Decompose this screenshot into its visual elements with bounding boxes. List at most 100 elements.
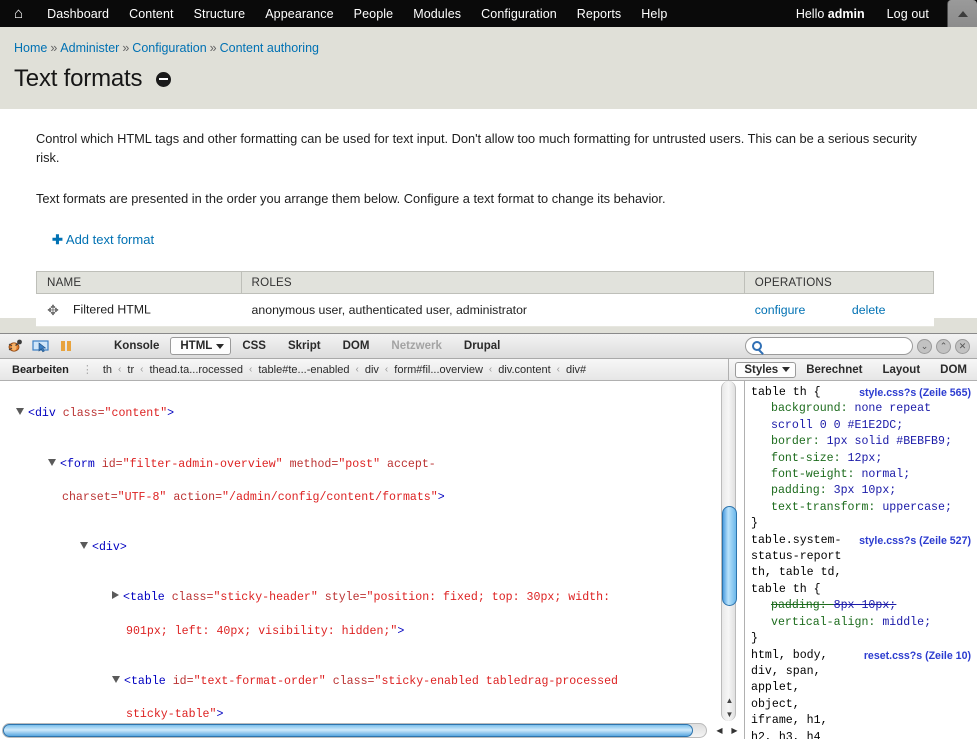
edit-button[interactable]: Bearbeiten xyxy=(4,364,77,376)
css-rule-table-td-th[interactable]: table.system-status-report th, table td,… xyxy=(751,533,973,648)
twisty-open-icon[interactable] xyxy=(48,458,56,466)
scrollbar-thumb-horizontal[interactable] xyxy=(3,724,693,737)
css-rule-reset[interactable]: html, body, div, span, applet, object, i… xyxy=(751,648,973,739)
tab-html[interactable]: HTML xyxy=(170,337,232,355)
tree-line-form[interactable]: <form id="filter-admin-overview" method=… xyxy=(4,457,718,474)
logout-link[interactable]: Log out xyxy=(877,7,939,21)
crumb-div-content[interactable]: div.content xyxy=(493,364,555,376)
minimize-button[interactable]: ⌄ xyxy=(917,338,932,354)
css-property-padding-disabled[interactable]: padding: 8px 10px; xyxy=(751,598,973,614)
cell-format-name: ✥ Filtered HTML xyxy=(36,293,242,327)
crumb-div[interactable]: div xyxy=(360,364,384,376)
help-paragraph-2: Text formats are presented in the order … xyxy=(36,191,666,207)
maximize-button[interactable]: ⌃ xyxy=(936,338,951,354)
tab-dom[interactable]: DOM xyxy=(332,338,381,354)
breadcrumb-item-configuration[interactable]: Configuration xyxy=(132,41,206,55)
css-source-link[interactable]: reset.css?s (Zeile 10) xyxy=(864,648,971,664)
breadcrumb-item-home[interactable]: Home xyxy=(14,41,47,55)
twisty-open-icon[interactable] xyxy=(80,542,88,550)
toolbar-item-dashboard[interactable]: Dashboard xyxy=(37,7,119,21)
tab-css[interactable]: CSS xyxy=(231,338,277,354)
crumb-th[interactable]: th xyxy=(98,364,117,376)
toolbar-greeting: Hello admin xyxy=(784,7,877,21)
greeting-prefix: Hello xyxy=(795,6,828,21)
toolbar-item-people[interactable]: People xyxy=(344,7,404,21)
crumb-form[interactable]: form#fil...overview xyxy=(389,364,488,376)
column-header-operations[interactable]: Operations xyxy=(743,270,935,294)
style-tab-berechnet[interactable]: Berechnet xyxy=(796,362,872,378)
css-rule-table-th[interactable]: table th { style.css?s (Zeile 565) backg… xyxy=(751,385,973,533)
toolbar-item-modules[interactable]: Modules xyxy=(403,7,471,21)
css-rule-header: table.system-status-report th, table td,… xyxy=(751,533,973,599)
html-panel-vertical-scrollbar[interactable]: ▲ ▼ xyxy=(721,381,737,721)
pause-icon[interactable] xyxy=(54,336,78,356)
delete-link[interactable]: delete xyxy=(852,303,886,317)
crumb-tr[interactable]: tr xyxy=(122,364,139,376)
css-close-brace: } xyxy=(751,517,758,531)
tab-skript[interactable]: Skript xyxy=(277,338,332,354)
css-property-vertical-align[interactable]: vertical-align: middle; xyxy=(751,615,973,631)
drag-handle-icon[interactable]: ✥ xyxy=(45,302,61,318)
tab-konsole[interactable]: Konsole xyxy=(103,338,170,354)
column-header-name[interactable]: Name xyxy=(36,270,242,294)
toolbar-item-content[interactable]: Content xyxy=(119,7,183,21)
close-button[interactable]: ✕ xyxy=(955,338,970,354)
add-text-format-label: Add text format xyxy=(65,231,155,247)
twisty-closed-icon[interactable] xyxy=(112,591,119,600)
toolbar-item-appearance[interactable]: Appearance xyxy=(255,7,343,21)
scroll-down-arrow-icon[interactable]: ▼ xyxy=(722,708,737,721)
css-property-font-size[interactable]: font-size: 12px; xyxy=(751,451,973,467)
css-source-link[interactable]: style.css?s (Zeile 565) xyxy=(859,385,971,401)
crumb-thead[interactable]: thead.ta...rocessed xyxy=(144,364,248,376)
css-property-padding[interactable]: padding: 3px 10px; xyxy=(751,483,973,499)
tree-line-table-sticky-header[interactable]: <table class="sticky-header" style="posi… xyxy=(4,590,718,607)
breadcrumb-item-content-authoring[interactable]: Content authoring xyxy=(220,41,319,55)
scrollbar-thumb[interactable] xyxy=(722,506,737,606)
toolbar-collapse-button[interactable] xyxy=(947,0,977,27)
style-tab-dom[interactable]: DOM xyxy=(930,362,977,378)
twisty-open-icon[interactable] xyxy=(112,675,120,683)
search-icon xyxy=(752,341,762,351)
css-property-text-transform[interactable]: text-transform: uppercase; xyxy=(751,500,973,516)
style-tab-styles[interactable]: Styles xyxy=(735,361,797,378)
toolbar-item-configuration[interactable]: Configuration xyxy=(471,7,567,21)
tab-drupal[interactable]: Drupal xyxy=(453,338,511,354)
crumb-div-id[interactable]: div# xyxy=(561,364,591,376)
css-prop-name: font-weight xyxy=(771,468,848,482)
column-header-roles[interactable]: Roles xyxy=(240,270,745,294)
css-prop-value: uppercase; xyxy=(882,500,952,514)
home-icon[interactable]: ⌂ xyxy=(14,6,23,21)
css-selector[interactable]: table th { xyxy=(751,386,821,399)
tab-netzwerk[interactable]: Netzwerk xyxy=(380,338,453,354)
css-property-border[interactable]: border: 1px solid #BEBFB9; xyxy=(751,434,973,450)
firebug-bug-icon[interactable] xyxy=(4,336,28,356)
toolbar-item-reports[interactable]: Reports xyxy=(567,7,631,21)
tree-line-table-order[interactable]: <table id="text-format-order" class="sti… xyxy=(4,674,718,691)
css-property-background[interactable]: background: none repeat scroll 0 0 #E1E2… xyxy=(751,401,973,434)
css-selector[interactable]: html, body, div, span, applet, object, i… xyxy=(751,648,851,739)
css-property-font-weight[interactable]: font-weight: normal; xyxy=(751,467,973,483)
html-panel-horizontal-scrollbar[interactable] xyxy=(2,723,707,738)
inspect-cursor-icon[interactable] xyxy=(29,336,53,356)
toolbar-item-help[interactable]: Help xyxy=(631,7,677,21)
search-box[interactable] xyxy=(745,337,913,355)
tree-line-div[interactable]: <div> xyxy=(4,540,718,557)
search-input[interactable] xyxy=(766,339,906,353)
scroll-left-arrow-icon[interactable]: ◀ xyxy=(712,723,727,738)
css-source-link[interactable]: style.css?s (Zeile 527) xyxy=(859,533,971,549)
style-tab-layout[interactable]: Layout xyxy=(872,362,930,378)
collapse-icon[interactable] xyxy=(156,71,172,87)
html-crumbs: Bearbeiten ⋮ th ‹ tr ‹ thead.ta...rocess… xyxy=(0,359,730,380)
crumb-table[interactable]: table#te...-enabled xyxy=(253,364,354,376)
configure-link[interactable]: configure xyxy=(755,303,806,317)
add-text-format-link[interactable]: ✚ Add text format xyxy=(52,232,154,248)
toolbar-item-structure[interactable]: Structure xyxy=(184,7,256,21)
html-tree: <div class="content"> <form id="filter-a… xyxy=(0,381,718,721)
firebug-toolbar: Konsole HTML CSS Skript DOM Netzwerk Dru… xyxy=(0,334,977,359)
scroll-up-arrow-icon[interactable]: ▲ xyxy=(722,694,737,707)
scroll-right-arrow-icon[interactable]: ▶ xyxy=(727,723,742,738)
tree-line-div-content[interactable]: <div class="content"> xyxy=(4,406,718,423)
breadcrumb-item-administer[interactable]: Administer xyxy=(60,41,119,55)
css-selector[interactable]: table.system-status-report th, table td,… xyxy=(751,533,846,599)
twisty-open-icon[interactable] xyxy=(16,408,24,416)
